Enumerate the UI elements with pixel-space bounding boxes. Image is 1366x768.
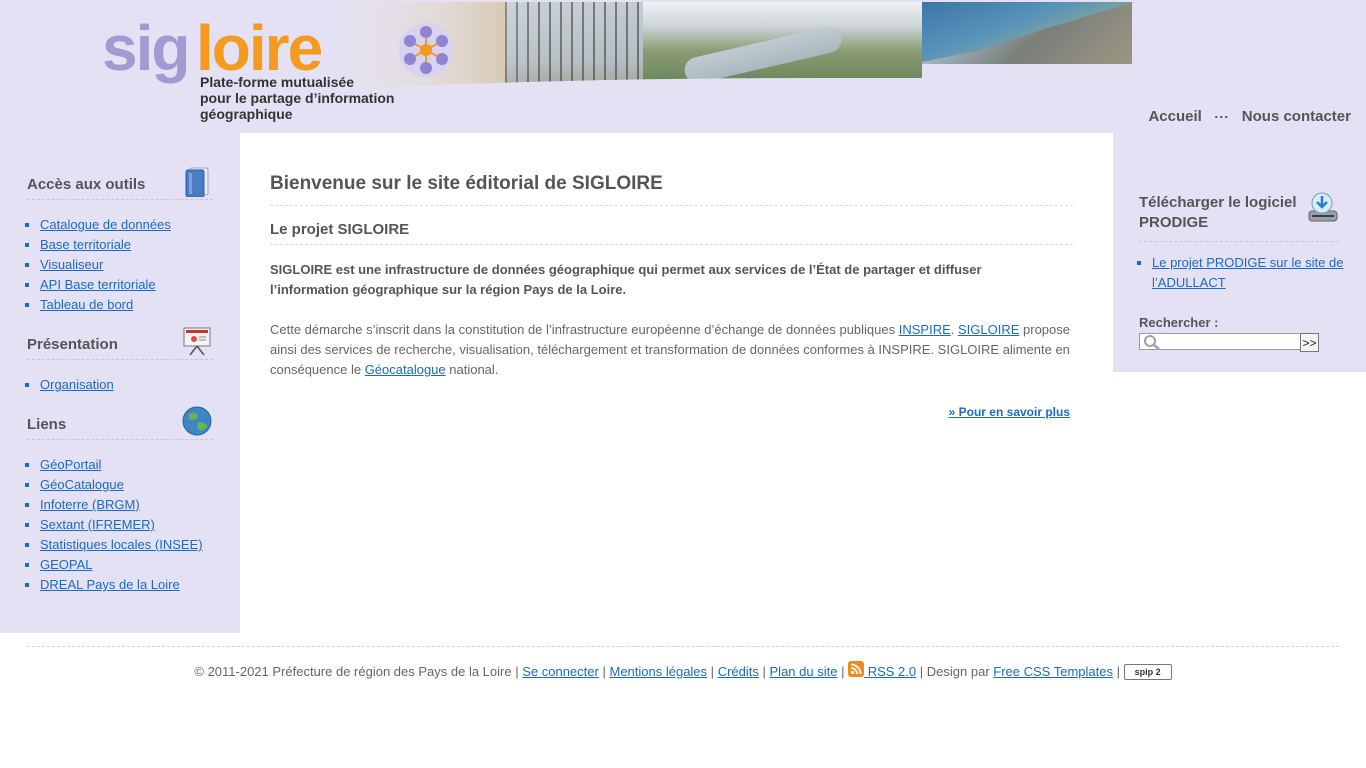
sidebar-item-sextant[interactable]: Sextant (IFREMER) [40, 515, 213, 535]
main-content: Bienvenue sur le site éditorial de SIGLO… [240, 133, 1113, 633]
right-sidebar: Télécharger le logiciel PRODIGE Le proje… [1113, 133, 1366, 372]
sidebar-section-liens: Liens GéoPortail GéoCatalogue Infoterre … [27, 406, 213, 595]
sidebar-item-catalogue[interactable]: Catalogue de données [40, 215, 213, 235]
sidebar-item-dreal[interactable]: DREAL Pays de la Loire [40, 575, 213, 595]
design-by-text: Design par [926, 664, 990, 679]
sidebar-item-geopal[interactable]: GEOPAL [40, 555, 213, 575]
download-icon [1308, 192, 1338, 222]
page-title: Bienvenue sur le site éditorial de SIGLO… [270, 173, 1073, 206]
sidebar-heading: Liens [27, 406, 213, 440]
sidebar-item-organisation[interactable]: Organisation [40, 375, 213, 395]
download-link-item[interactable]: Le projet PRODIGE sur le site de l’ADULL… [1152, 253, 1352, 293]
logo-sig-text: sig [102, 12, 190, 84]
sidebar-section-presentation: Présentation Organisation [27, 327, 213, 395]
sidebar-item-geoportail[interactable]: GéoPortail [40, 455, 213, 475]
sitemap-link[interactable]: Plan du site [770, 664, 838, 679]
sidebar-item-base-territoriale[interactable]: Base territoriale [40, 235, 213, 255]
sidebar-item-geocatalogue[interactable]: GéoCatalogue [40, 475, 213, 495]
nav-accueil[interactable]: Accueil [1148, 108, 1201, 125]
site-header: sig loire Plate-forme mutualisée pour le… [0, 0, 1366, 133]
site-footer: © 2011-2021 Préfecture de région des Pay… [0, 660, 1366, 684]
logo-subtitle: pour le partage d’information géographiq… [200, 90, 395, 122]
sidebar-item-visualiseur[interactable]: Visualiseur [40, 255, 213, 275]
logo-emblem-icon [399, 23, 453, 77]
left-sidebar: Accès aux outils Catalogue de données Ba… [0, 133, 240, 633]
sidebar-item-insee[interactable]: Statistiques locales (INSEE) [40, 535, 213, 555]
spip-badge-icon[interactable]: spip 2 [1123, 664, 1172, 680]
footer-divider [27, 646, 1339, 647]
read-more-link[interactable]: » Pour en savoir plus [949, 405, 1070, 419]
search-label: Rechercher : [1139, 315, 1219, 330]
search-icon [1144, 335, 1160, 350]
login-link[interactable]: Se connecter [522, 664, 599, 679]
copyright-text: © 2011-2021 Préfecture de région des Pay… [194, 664, 512, 679]
sidebar-heading: Accès aux outils [27, 167, 213, 200]
search-submit-button[interactable]: >> [1300, 333, 1319, 352]
sidebar-item-api[interactable]: API Base territoriale [40, 275, 213, 295]
sigloire-logo[interactable]: sig loire Plate-forme mutualisée pour le… [102, 4, 472, 122]
rss-icon [848, 661, 865, 677]
book-icon [185, 167, 209, 197]
sidebar-heading: Présentation [27, 327, 213, 360]
credits-link[interactable]: Crédits [718, 664, 759, 679]
download-list: Le projet PRODIGE sur le site de l’ADULL… [1139, 253, 1352, 293]
sidebar-item-tableau-de-bord[interactable]: Tableau de bord [40, 295, 213, 315]
search-box [1139, 333, 1301, 350]
nav-nous-contacter[interactable]: Nous contacter [1242, 108, 1351, 125]
logo-subtitle: Plate-forme mutualisée [200, 74, 355, 90]
intro-paragraph: SIGLOIRE est une infrastructure de donné… [270, 262, 982, 297]
nav-separator: ⋮ [1213, 109, 1230, 123]
link-sigloire[interactable]: SIGLOIRE [958, 322, 1019, 337]
sidebar-item-infoterre[interactable]: Infoterre (BRGM) [40, 495, 213, 515]
globe-icon [182, 406, 212, 436]
link-geocatalogue[interactable]: Géocatalogue [365, 362, 446, 377]
section-title: Le projet SIGLOIRE [270, 221, 1073, 245]
search-input[interactable] [1162, 334, 1296, 348]
top-navigation: Accueil ⋮ Nous contacter [1148, 107, 1351, 125]
rss-link[interactable]: RSS 2.0 [848, 661, 916, 679]
free-css-templates-link[interactable]: Free CSS Templates [993, 664, 1113, 679]
body-paragraph: Cette démarche s’inscrit dans la constit… [270, 322, 1070, 377]
presentation-board-icon [183, 327, 211, 356]
sidebar-section-tools: Accès aux outils Catalogue de données Ba… [27, 167, 213, 315]
legal-link[interactable]: Mentions légales [609, 664, 707, 679]
link-inspire[interactable]: INSPIRE [899, 322, 951, 337]
